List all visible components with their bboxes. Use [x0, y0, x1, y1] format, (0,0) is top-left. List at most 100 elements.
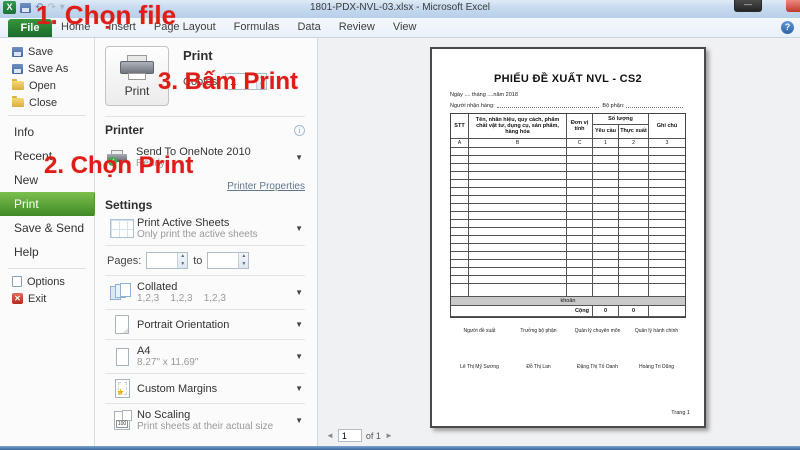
signature-name: Đặng Thị Tố Oanh [568, 364, 627, 370]
sidebar-item-label: Save [28, 46, 53, 58]
sidebar-item-save-and-send[interactable]: Save & Send [0, 216, 94, 240]
annotation-step3: 3. Bấm Print [158, 68, 298, 96]
signature-name: Hoàng Tri Dũng [627, 364, 686, 370]
table-row [451, 268, 685, 276]
sidebar-item-info[interactable]: Info [0, 120, 94, 144]
setting-subtitle: Print sheets at their actual size [137, 421, 291, 432]
help-icon[interactable]: ? [781, 21, 794, 34]
next-page-icon[interactable]: ► [385, 431, 393, 440]
signature-name: Đỗ Thị Lan [509, 364, 568, 370]
printer-section-header: Printer [105, 123, 144, 137]
total-actual: 0 [619, 306, 649, 317]
signature-title: Quản lý chuyên môn [568, 328, 627, 334]
table-row [451, 180, 685, 188]
sidebar-item-exit[interactable]: ✕ Exit [0, 290, 94, 307]
orientation-dropdown[interactable]: Portrait Orientation ▼ [105, 310, 305, 340]
print-what-dropdown[interactable]: Print Active Sheets Only print the activ… [105, 212, 305, 246]
page-number-label: Trang 1 [671, 410, 690, 416]
table-row [451, 276, 685, 284]
table-row [451, 244, 685, 252]
tab-data[interactable]: Data [288, 18, 329, 37]
chevron-down-icon: ▼ [291, 320, 303, 329]
pages-range-row: Pages: ▲▼ to ▲▼ [105, 246, 305, 275]
dotted-line [626, 107, 683, 108]
khoan-row: khoản [451, 297, 685, 306]
chevron-down-icon: ▼ [291, 384, 303, 393]
sidebar-item-options[interactable]: Options [0, 273, 94, 290]
total-note [649, 306, 685, 317]
pages-label: Pages: [107, 255, 141, 267]
collated-pages-icon [110, 283, 134, 302]
document-date-line: Ngày .... tháng ....năm 2018 [450, 92, 686, 98]
info-icon[interactable]: i [294, 125, 305, 136]
setting-title: A4 [137, 345, 291, 357]
pages-from-stepper[interactable]: ▲▼ [146, 252, 188, 269]
minimize-button[interactable]: — [734, 0, 762, 12]
dotted-line [497, 107, 600, 108]
pages-to-stepper[interactable]: ▲▼ [207, 252, 249, 269]
sidebar-divider [8, 268, 86, 269]
sidebar-item-save[interactable]: Save [0, 43, 94, 60]
setting-title: No Scaling [137, 409, 291, 421]
pages-to-input[interactable] [208, 253, 238, 268]
signature-title: Quản lý hành chính [627, 328, 686, 334]
printer-properties-link[interactable]: Printer Properties [227, 181, 305, 192]
open-folder-icon [12, 81, 24, 90]
table-row [451, 156, 685, 164]
previous-page-icon[interactable]: ◄ [326, 431, 334, 440]
print-panel: Print Print Copies: ▲▼ Printer i [95, 38, 318, 446]
table-row [451, 196, 685, 204]
save-as-icon [12, 64, 23, 74]
chevron-down-icon: ▼ [291, 224, 303, 233]
table-header: STT Tên, nhãn hiệu, quy cách, phẩm chất … [451, 114, 685, 139]
setting-title: Custom Margins [137, 383, 291, 395]
table-row [451, 220, 685, 228]
annotation-step2: 2. Chọn Print [44, 152, 193, 180]
settings-section-header: Settings [105, 198, 305, 212]
spinner-arrows-icon[interactable]: ▲▼ [238, 253, 248, 268]
document-title: PHIẾU ĐỀ XUẤT NVL - CS2 [450, 73, 686, 85]
taskbar-strip [0, 446, 800, 450]
sidebar-item-label: Open [29, 80, 56, 92]
preview-page-input[interactable] [338, 429, 362, 442]
receiver-label: Người nhận hàng: [450, 103, 495, 109]
table-row [451, 204, 685, 212]
panel-divider [105, 116, 305, 117]
close-folder-icon [12, 98, 24, 107]
close-button[interactable] [786, 0, 800, 12]
table-row [451, 164, 685, 172]
collation-dropdown[interactable]: Collated 1,2,3 1,2,3 1,2,3 ▼ [105, 275, 305, 310]
signature-title: Trưởng bộ phận [509, 328, 568, 334]
sidebar-item-save-as[interactable]: Save As [0, 60, 94, 77]
setting-title: Portrait Orientation [137, 319, 291, 331]
pages-from-input[interactable] [147, 253, 177, 268]
signature-block: Người đề xuất Lê Thị Mỹ Sương Trưởng bộ … [450, 328, 686, 370]
setting-subtitle: Only print the active sheets [137, 229, 291, 240]
print-section-header: Print [183, 48, 267, 63]
total-label: Cộng [451, 306, 593, 317]
backstage-view: Save Save As Open Close Info Recent New … [0, 38, 800, 446]
table-row [451, 284, 685, 297]
setting-title: Print Active Sheets [137, 217, 291, 229]
sidebar-item-open[interactable]: Open [0, 77, 94, 94]
tab-formulas[interactable]: Formulas [225, 18, 289, 37]
signature-title: Người đề xuất [450, 328, 509, 334]
printer-icon [120, 55, 154, 81]
tab-review[interactable]: Review [330, 18, 384, 37]
chevron-down-icon: ▼ [291, 153, 303, 162]
scaling-dropdown[interactable]: 100 No Scaling Print sheets at their act… [105, 404, 305, 437]
sidebar-item-label: Save As [28, 63, 68, 75]
header-quantity: Số lượng [593, 114, 649, 125]
sheets-icon [110, 219, 134, 238]
sidebar-item-close[interactable]: Close [0, 94, 94, 111]
spinner-arrows-icon[interactable]: ▲▼ [177, 253, 187, 268]
margins-dropdown[interactable]: ★ Custom Margins ▼ [105, 374, 305, 404]
table-row [451, 252, 685, 260]
sidebar-item-print[interactable]: Print [0, 192, 94, 216]
table-row [451, 188, 685, 196]
sidebar-item-help[interactable]: Help [0, 240, 94, 264]
paper-size-dropdown[interactable]: A4 8.27" x 11.69" ▼ [105, 340, 305, 374]
table-row [451, 172, 685, 180]
annotation-step1: 1. Chọn file [36, 0, 176, 31]
tab-view[interactable]: View [384, 18, 426, 37]
